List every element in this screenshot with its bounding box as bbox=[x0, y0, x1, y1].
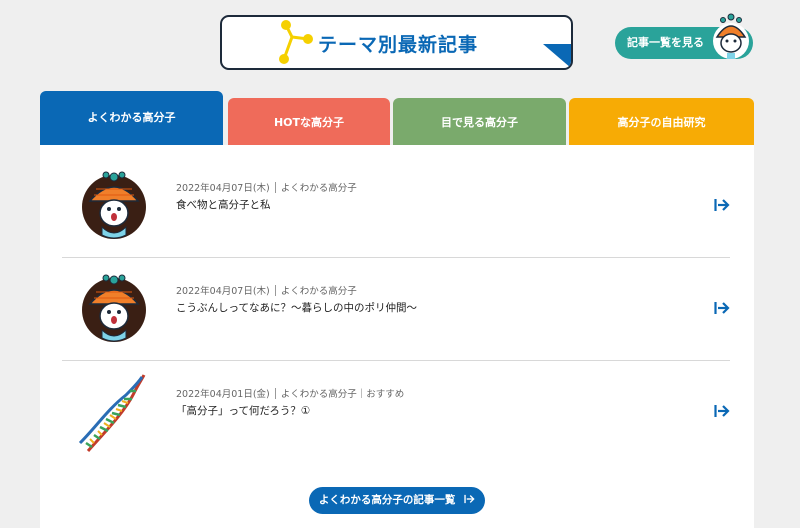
tab-mede-miru[interactable]: 目で見る高分子 bbox=[393, 98, 566, 145]
arrow-right-icon[interactable] bbox=[714, 301, 730, 315]
arrow-right-icon[interactable] bbox=[714, 404, 730, 418]
article-meta: 2022年04月07日(木) よくわかる高分子 bbox=[176, 180, 357, 194]
article-meta: 2022年04月01日(金) よくわかる高分子｜おすすめ bbox=[176, 386, 404, 400]
mascot-icon bbox=[82, 274, 146, 342]
article-category[interactable]: よくわかる高分子 bbox=[281, 183, 357, 194]
section-title: テーマ別最新記事 bbox=[318, 34, 479, 56]
article-title[interactable]: 「高分子」って何だろう？① bbox=[176, 403, 310, 418]
all-articles-label: 記事一覧を見る bbox=[627, 36, 704, 49]
mascot-icon bbox=[82, 171, 146, 239]
arrow-right-icon bbox=[464, 494, 475, 504]
article-meta: 2022年04月07日(木) よくわかる高分子 bbox=[176, 283, 357, 297]
article-category[interactable]: よくわかる高分子｜おすすめ bbox=[281, 389, 405, 400]
tab-jiyu-kenkyu[interactable]: 高分子の自由研究 bbox=[569, 98, 754, 145]
list-item[interactable]: 2022年04月07日(木) よくわかる高分子 こうぶんしってなあに？〜暮らしの中… bbox=[62, 258, 730, 361]
list-item[interactable]: 2022年04月07日(木) よくわかる高分子 食べ物と高分子と私 bbox=[62, 155, 730, 258]
all-articles-button[interactable]: 記事一覧を見る bbox=[615, 13, 753, 59]
tab-yokuwakaru[interactable]: よくわかる高分子 bbox=[40, 91, 223, 145]
molecule-icon bbox=[279, 20, 313, 64]
article-title[interactable]: 食べ物と高分子と私 bbox=[176, 197, 271, 212]
mascot-icon bbox=[713, 13, 749, 59]
article-title[interactable]: こうぶんしってなあに？〜暮らしの中のポリ仲間〜 bbox=[176, 300, 417, 315]
article-date: 2022年04月01日(金) bbox=[176, 389, 270, 400]
article-date: 2022年04月07日(木) bbox=[176, 183, 270, 194]
list-item[interactable]: 2022年04月01日(金) よくわかる高分子｜おすすめ 「高分子」って何だろう？… bbox=[62, 361, 730, 464]
article-date: 2022年04月07日(木) bbox=[176, 286, 270, 297]
article-category[interactable]: よくわかる高分子 bbox=[281, 286, 357, 297]
dna-helix-icon bbox=[78, 374, 146, 452]
arrow-right-icon[interactable] bbox=[714, 198, 730, 212]
category-article-list-button[interactable]: よくわかる高分子の記事一覧 bbox=[309, 487, 485, 514]
tab-hot[interactable]: HOTな高分子 bbox=[228, 98, 390, 145]
section-title-card: テーマ別最新記事 bbox=[220, 15, 573, 70]
article-list-panel: 2022年04月07日(木) よくわかる高分子 食べ物と高分子と私 2022年04… bbox=[40, 145, 754, 528]
